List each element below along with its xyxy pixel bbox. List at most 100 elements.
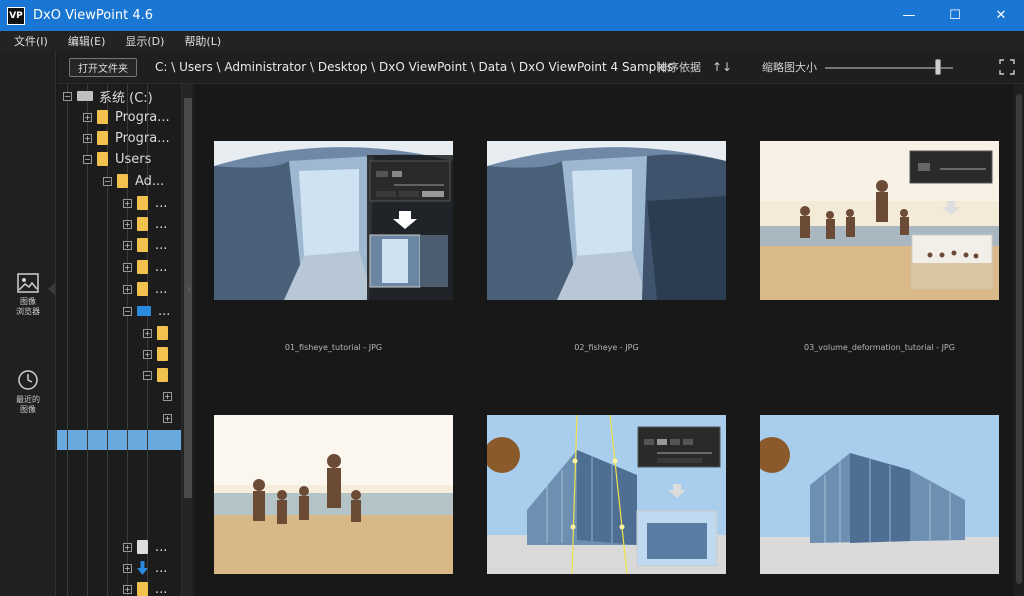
thumbnail-grid: 01_fisheye_tutorial - JPG 02_fisheye - J…: [196, 84, 1024, 596]
open-folder-button[interactable]: 打开文件夹: [69, 57, 137, 77]
documents-icon: [137, 540, 148, 554]
image-browser-label-1: 图像: [20, 297, 36, 306]
expand-icon[interactable]: +: [123, 542, 132, 552]
expand-icon[interactable]: +: [83, 112, 92, 122]
recent-images-label-1: 最近的: [16, 395, 40, 404]
menu-file[interactable]: 文件(I): [14, 33, 48, 49]
thumbnail-label: 01_fisheye_tutorial - JPG: [284, 343, 383, 352]
download-icon: [137, 561, 148, 575]
expand-icon[interactable]: +: [123, 219, 132, 229]
folder-icon: [137, 238, 148, 252]
menu-view[interactable]: 显示(D): [125, 33, 164, 49]
collapse-icon[interactable]: −: [123, 306, 132, 316]
tree-item-label: 系统 (C:): [99, 90, 153, 106]
tree-item-label: ...: [155, 237, 168, 253]
tree-item-subfolder[interactable]: + ...: [123, 258, 167, 276]
expand-icon[interactable]: +: [83, 133, 92, 143]
collapse-icon[interactable]: −: [63, 91, 72, 101]
perspective-tutorial-preview: [487, 415, 726, 574]
menu-edit[interactable]: 编辑(E): [68, 33, 106, 49]
perspective-preview: [760, 415, 999, 574]
history-icon: [18, 370, 38, 390]
folder-tree: − 系统 (C:) + Progra... + Progra... − User…: [57, 84, 181, 596]
menu-help[interactable]: 帮助(L): [184, 33, 221, 49]
recent-images-button[interactable]: 最近的 图像: [0, 369, 56, 415]
expand-icon[interactable]: +: [123, 240, 132, 250]
expand-icon[interactable]: +: [123, 584, 132, 594]
thumbnail-image[interactable]: [487, 415, 726, 574]
thumbnail-image[interactable]: [760, 415, 999, 574]
expand-icon[interactable]: +: [123, 262, 132, 272]
tree-item-downloads[interactable]: + ...: [123, 559, 167, 577]
tree-item-label: ...: [155, 281, 168, 297]
sort-by-label[interactable]: 排序依据: [657, 59, 701, 75]
thumbnail-label: 02_fisheye - JPG: [574, 343, 639, 352]
tree-item-label: ...: [155, 259, 168, 275]
tree-scrollbar-thumb[interactable]: [184, 98, 192, 498]
thumbnail-size-slider-handle[interactable]: [934, 59, 941, 75]
tree-item-label: ...: [155, 539, 168, 555]
thumbnail-image[interactable]: [214, 415, 453, 574]
tree-item-documents[interactable]: + ...: [123, 538, 167, 556]
fullscreen-icon[interactable]: [999, 59, 1015, 75]
folder-icon: [137, 196, 148, 210]
thumbnail-image[interactable]: [760, 141, 999, 300]
tree-item-subfolder[interactable]: +: [163, 409, 177, 427]
tree-item-subfolder[interactable]: +: [163, 387, 177, 405]
image-browser-button[interactable]: 图像 浏览器: [0, 273, 56, 317]
folder-icon: [157, 368, 168, 382]
minimize-button[interactable]: —: [886, 0, 932, 31]
grid-scrollbar[interactable]: [1014, 84, 1024, 596]
tree-item-desktop[interactable]: − ...: [123, 302, 170, 320]
tree-item-system-drive[interactable]: − 系统 (C:): [63, 87, 153, 106]
tree-item-subfolder[interactable]: +: [143, 345, 175, 363]
tree-item-program-files[interactable]: + Progra...: [83, 108, 170, 126]
folder-icon: [157, 326, 168, 340]
tree-item-label: ...: [155, 560, 168, 576]
close-button[interactable]: ✕: [978, 0, 1024, 31]
thumbnail-label: 03_volume_deformation_tutorial - JPG: [804, 343, 955, 352]
thumbnail-image[interactable]: [214, 141, 453, 300]
expand-icon[interactable]: +: [163, 391, 172, 401]
tree-scrollbar[interactable]: ⋮: [181, 84, 193, 596]
tree-item-label: Users: [115, 151, 152, 167]
tree-item-subfolder[interactable]: + ...: [123, 280, 167, 298]
tree-item-label: Progra...: [115, 109, 170, 125]
tree-item-subfolder[interactable]: + ...: [123, 580, 167, 596]
expand-icon[interactable]: +: [143, 349, 152, 359]
expand-icon[interactable]: +: [123, 563, 132, 573]
tree-selected-row[interactable]: [57, 430, 181, 450]
thumbnail-size-slider[interactable]: [825, 67, 953, 69]
tree-item-program-files-x86[interactable]: + Progra...: [83, 129, 170, 147]
tree-item-users[interactable]: − Users: [83, 150, 151, 168]
active-rail-indicator: [48, 283, 55, 295]
grid-scrollbar-thumb[interactable]: [1016, 94, 1022, 584]
tree-item-subfolder[interactable]: −: [143, 366, 175, 384]
expand-icon[interactable]: +: [123, 198, 132, 208]
collapse-icon[interactable]: −: [83, 154, 92, 164]
user-folder-icon: [117, 174, 128, 188]
thumbnail-image[interactable]: [487, 141, 726, 300]
tree-item-label: Ad...: [135, 173, 165, 189]
tree-item-administrator[interactable]: − Ad...: [103, 172, 164, 190]
folder-icon: [137, 582, 148, 596]
expand-icon[interactable]: +: [163, 413, 172, 423]
sort-order-icon[interactable]: ↑↓: [712, 60, 732, 74]
expand-icon[interactable]: +: [143, 328, 152, 338]
tree-item-subfolder[interactable]: + ...: [123, 236, 167, 254]
tree-item-label: ...: [158, 303, 171, 319]
tree-item-subfolder[interactable]: + ...: [123, 215, 167, 233]
maximize-button[interactable]: ☐: [932, 0, 978, 31]
volume-deformation-tutorial-preview: [760, 141, 999, 300]
tree-splitter-grip[interactable]: ⋮: [185, 284, 193, 293]
beach-preview: [214, 415, 453, 574]
collapse-icon[interactable]: −: [103, 176, 112, 186]
tree-item-subfolder[interactable]: +: [143, 324, 175, 342]
collapse-icon[interactable]: −: [143, 370, 152, 380]
expand-icon[interactable]: +: [123, 284, 132, 294]
menu-bar: 文件(I) 编辑(E) 显示(D) 帮助(L): [0, 31, 1024, 51]
tree-item-subfolder[interactable]: + ...: [123, 194, 167, 212]
toolbar: 打开文件夹 C: \ Users \ Administrator \ Deskt…: [57, 51, 1024, 84]
recent-images-label-2: 图像: [20, 405, 36, 414]
folder-icon: [97, 131, 108, 145]
